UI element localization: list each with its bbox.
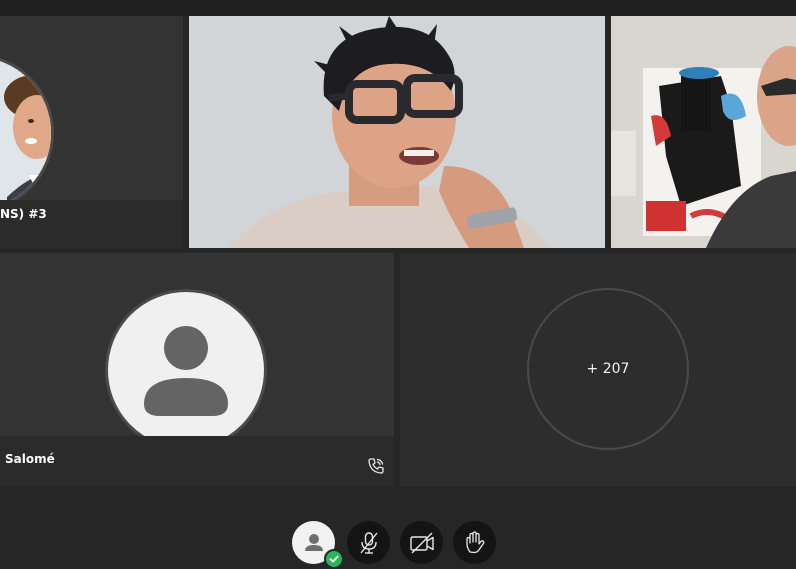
overflow-participants-tile[interactable]: + 207 — [400, 253, 796, 486]
checkmark-icon — [329, 555, 339, 563]
top-bar — [0, 0, 796, 16]
participant-tile-salome[interactable] — [0, 253, 394, 486]
raise-hand-icon — [465, 530, 484, 553]
participant-video-feed — [611, 16, 796, 248]
mute-microphone-button[interactable] — [347, 521, 390, 564]
camera-toggle-button[interactable] — [400, 521, 443, 564]
participant-video-feed — [189, 16, 605, 248]
raise-hand-button[interactable] — [453, 521, 496, 564]
mic-muted-icon — [359, 531, 378, 554]
participant-video-tile-2[interactable] — [189, 16, 605, 248]
default-avatar — [105, 289, 267, 451]
meeting-stage: NS) #3 Salomé + 207 — [0, 0, 796, 569]
participant-namebar — [0, 436, 394, 486]
user-status-icon — [304, 533, 323, 551]
participant-video-tile-3[interactable] — [611, 16, 796, 248]
participant-photo-avatar — [0, 54, 54, 212]
status-available-badge — [324, 549, 344, 569]
overflow-count-circle[interactable]: + 207 — [527, 288, 689, 450]
control-bar — [0, 486, 796, 569]
user-silhouette-icon — [144, 326, 228, 416]
participant-name: Salomé — [5, 452, 55, 466]
phone-audio-icon — [367, 457, 385, 475]
overflow-count: + 207 — [586, 361, 630, 377]
participant-photo — [0, 57, 51, 209]
camera-off-icon — [409, 532, 434, 553]
participant-name: NS) #3 — [0, 207, 47, 221]
